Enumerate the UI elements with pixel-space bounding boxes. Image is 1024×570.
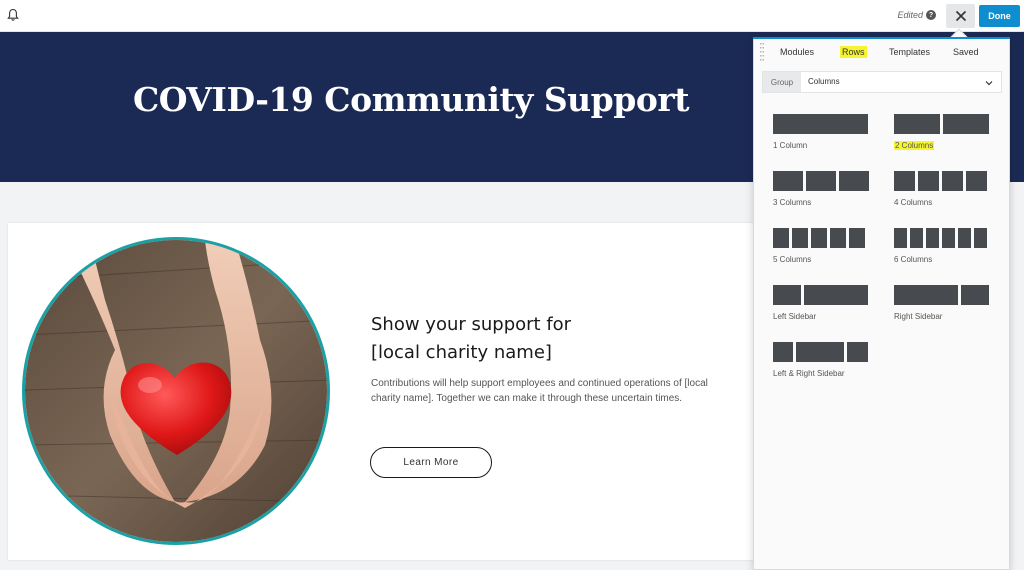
close-icon	[955, 10, 966, 22]
group-label: Group	[763, 72, 801, 92]
column-block	[796, 342, 844, 362]
panel-accent-line	[753, 37, 1010, 39]
column-block	[773, 114, 868, 134]
column-block	[942, 228, 955, 248]
column-block	[894, 171, 915, 191]
layout-label: Left & Right Sidebar	[773, 369, 845, 378]
column-block	[830, 228, 846, 248]
layout-label: Right Sidebar	[894, 312, 943, 321]
column-block	[773, 228, 789, 248]
layout-left-sidebar[interactable]: Left Sidebar	[773, 285, 868, 321]
help-icon[interactable]: ?	[926, 10, 936, 20]
column-block	[806, 171, 836, 191]
column-block	[894, 285, 958, 305]
layout-label: 5 Columns	[773, 255, 812, 264]
column-block	[792, 228, 808, 248]
layout-5-columns[interactable]: 5 Columns	[773, 228, 865, 264]
column-block	[942, 171, 963, 191]
learn-more-button[interactable]: Learn More	[370, 447, 492, 478]
tab-modules[interactable]: Modules	[780, 47, 814, 57]
column-block	[974, 228, 987, 248]
column-block	[918, 171, 939, 191]
close-panel-button[interactable]	[946, 4, 975, 28]
column-block	[943, 114, 989, 134]
layout-label: 4 Columns	[894, 198, 933, 207]
heart-hands-image	[22, 237, 330, 545]
panel-tabs: Modules Rows Templates Saved	[753, 46, 1010, 63]
layout-label: 2 Columns	[894, 141, 935, 150]
column-block	[839, 171, 869, 191]
tab-saved[interactable]: Saved	[953, 47, 979, 57]
edited-label: Edited	[897, 10, 923, 20]
support-body-text: Contributions will help support employee…	[371, 378, 708, 404]
column-block	[811, 228, 827, 248]
column-block	[958, 228, 971, 248]
layout-1-column[interactable]: 1 Column	[773, 114, 868, 150]
bell-icon[interactable]	[6, 8, 20, 22]
column-block	[961, 285, 989, 305]
column-block	[773, 342, 793, 362]
layout-label: 6 Columns	[894, 255, 933, 264]
column-block	[894, 228, 907, 248]
layout-3-columns[interactable]: 3 Columns	[773, 171, 869, 207]
layout-label: Left Sidebar	[773, 312, 817, 321]
heading-line-2: [local charity name]	[371, 342, 552, 363]
column-block	[804, 285, 868, 305]
chevron-down-icon	[985, 81, 993, 86]
layout-left-right-sidebar[interactable]: Left & Right Sidebar	[773, 342, 868, 378]
top-toolbar: Edited ? Done	[0, 0, 1024, 32]
tab-rows[interactable]: Rows	[840, 46, 867, 58]
layout-6-columns[interactable]: 6 Columns	[894, 228, 987, 264]
edited-status: Edited ?	[897, 10, 936, 20]
tab-templates[interactable]: Templates	[889, 47, 930, 57]
column-block	[847, 342, 868, 362]
column-block	[849, 228, 865, 248]
page-title: COVID-19 Community Support	[133, 80, 689, 119]
column-block	[926, 228, 939, 248]
layout-right-sidebar[interactable]: Right Sidebar	[894, 285, 989, 321]
layout-label: 1 Column	[773, 141, 808, 150]
column-block	[910, 228, 923, 248]
layout-label: 3 Columns	[773, 198, 812, 207]
column-block	[773, 171, 803, 191]
heading-line-1: Show your support for	[371, 314, 572, 335]
group-select[interactable]: Group Columns	[762, 71, 1002, 93]
column-block	[966, 171, 987, 191]
support-heading: Show your support for [local charity nam…	[371, 311, 671, 367]
column-block	[773, 285, 801, 305]
group-value: Columns	[808, 77, 840, 86]
layout-4-columns[interactable]: 4 Columns	[894, 171, 987, 207]
done-button[interactable]: Done	[979, 5, 1020, 27]
column-block	[894, 114, 940, 134]
layout-2-columns[interactable]: 2 Columns	[894, 114, 989, 153]
